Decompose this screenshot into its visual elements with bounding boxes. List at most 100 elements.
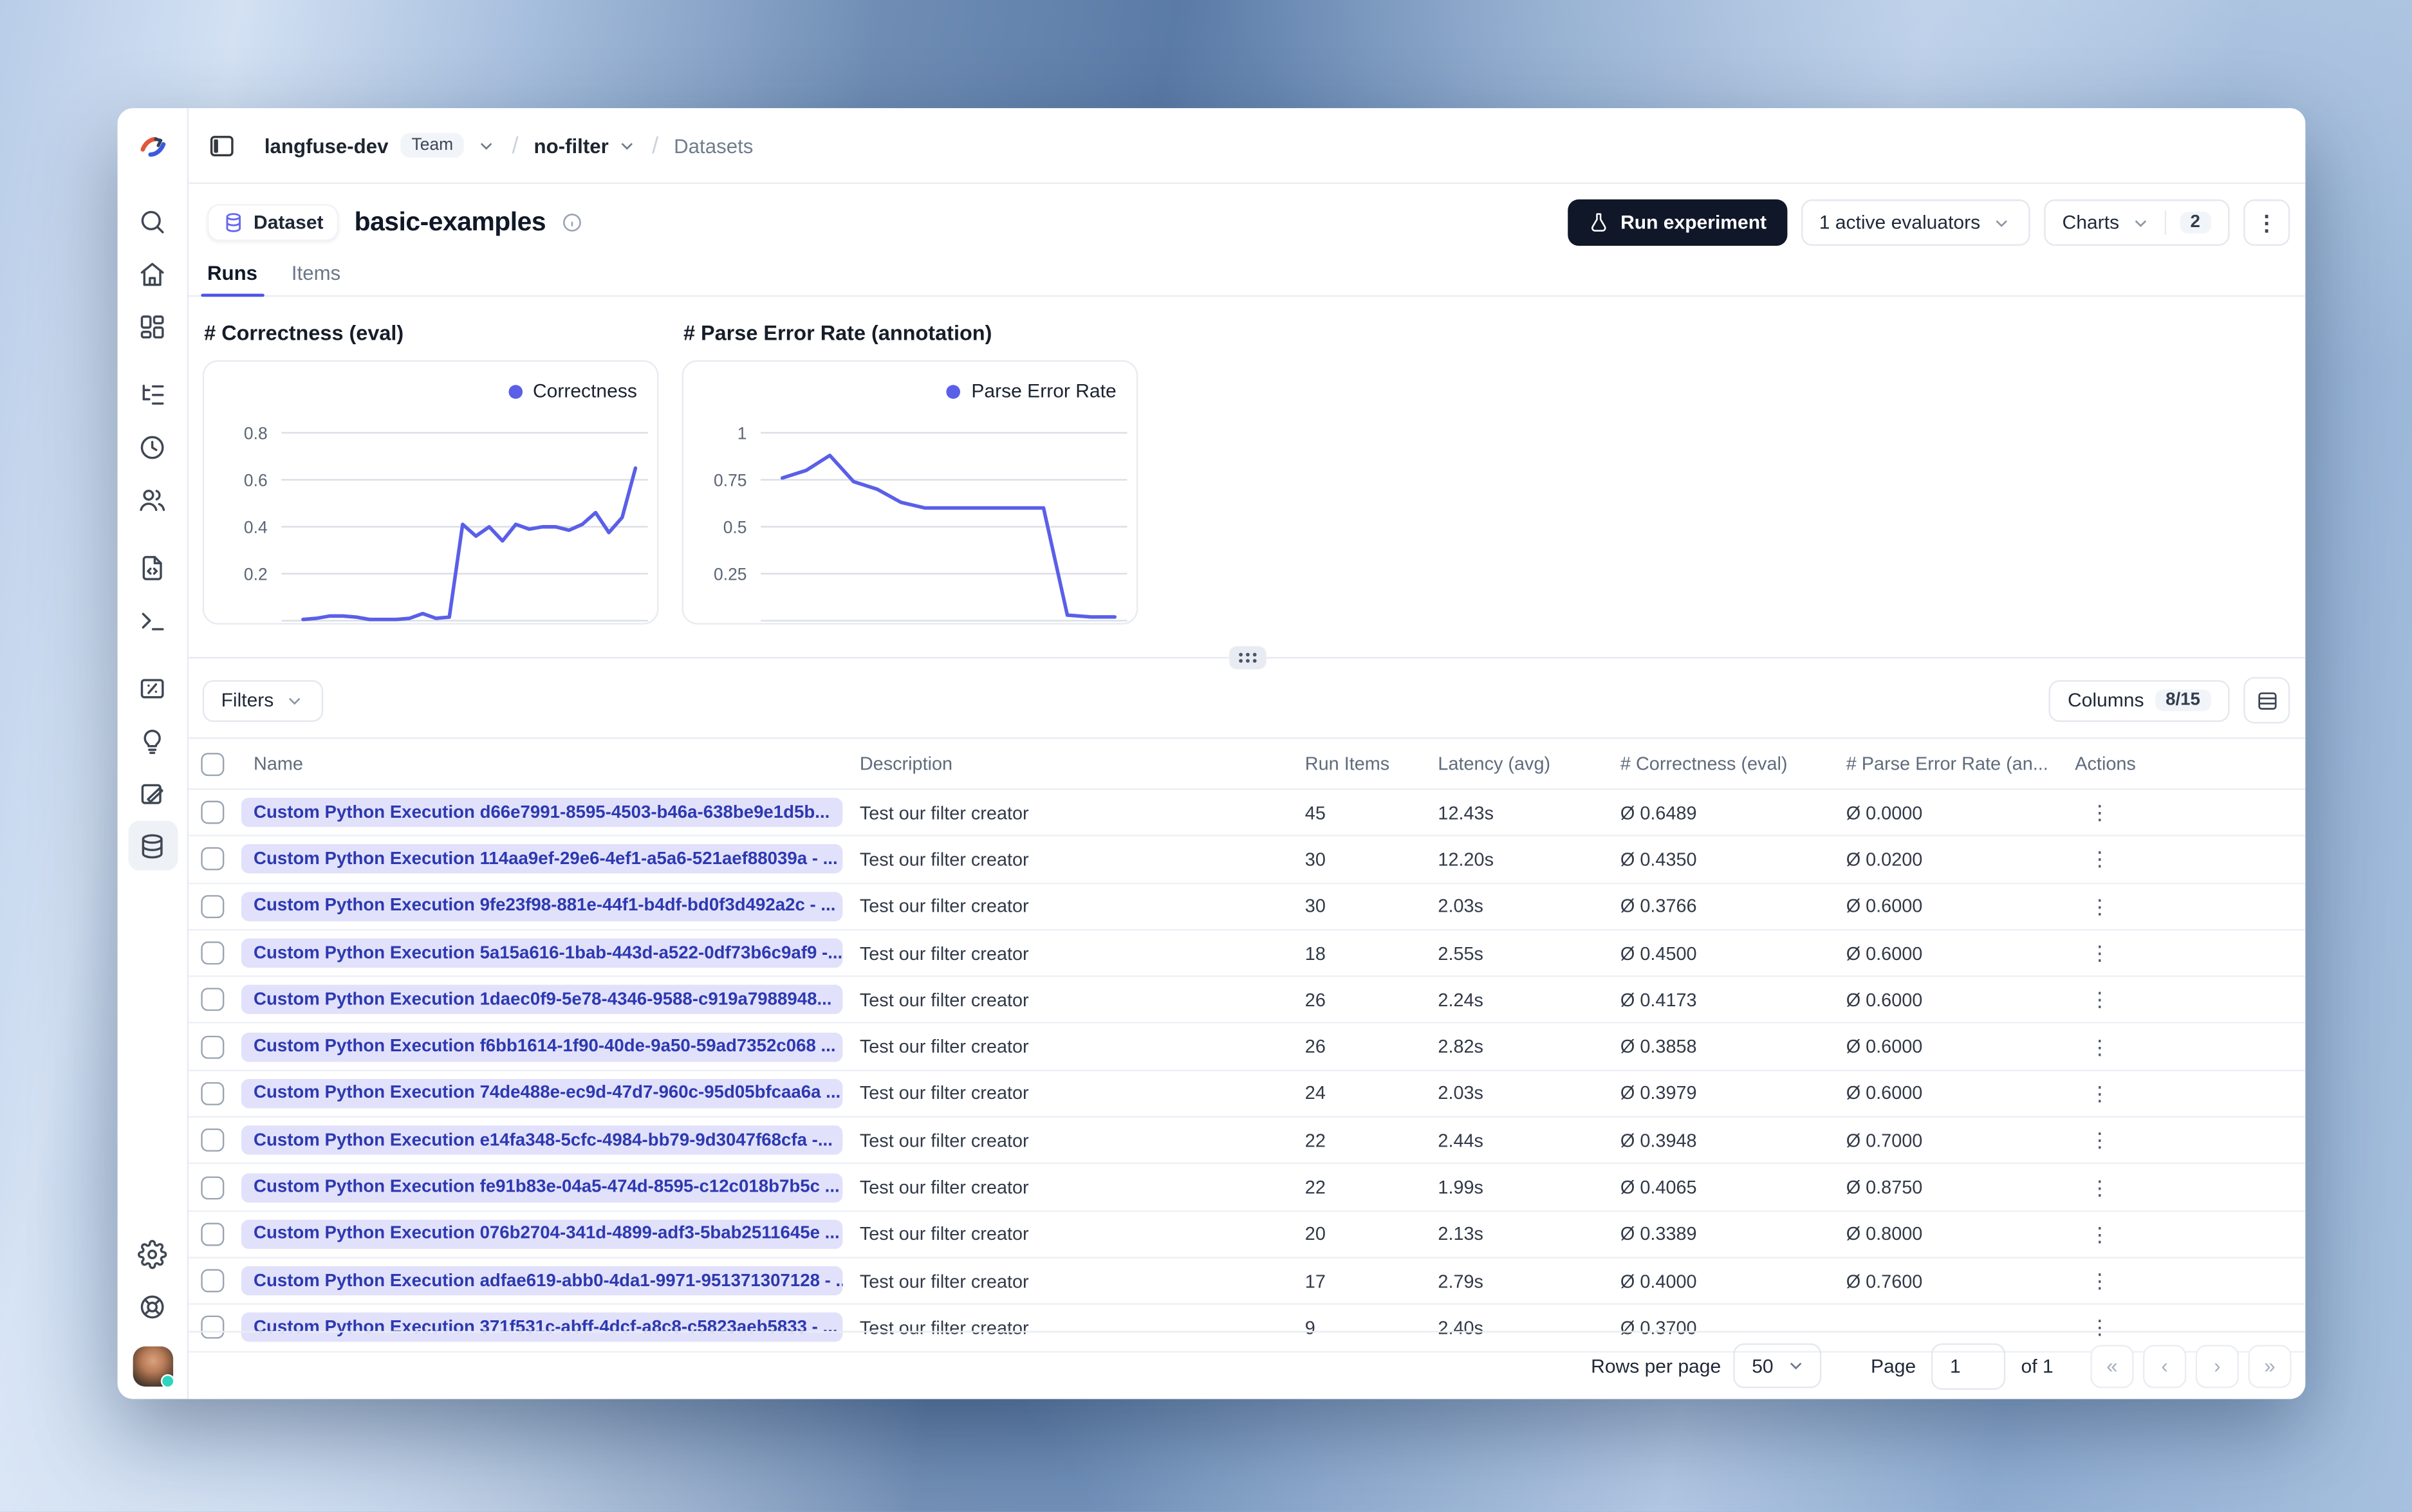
run-name-link[interactable]: Custom Python Execution 1daec0f9-5e78-43… bbox=[241, 985, 843, 1015]
row-checkbox[interactable] bbox=[201, 847, 225, 871]
run-latency: 2.13s bbox=[1438, 1223, 1483, 1245]
sidebar-item-evaluators[interactable] bbox=[127, 663, 177, 713]
run-correctness-avg: Ø 0.3948 bbox=[1620, 1129, 1697, 1152]
breadcrumb-org[interactable]: langfuse-dev bbox=[264, 134, 389, 157]
rows-per-page-label: Rows per page bbox=[1591, 1354, 1721, 1377]
run-name-link[interactable]: Custom Python Execution e14fa348-5cfc-49… bbox=[241, 1125, 843, 1156]
chevron-down-icon bbox=[289, 697, 301, 705]
row-actions-kebab[interactable]: ⋮ bbox=[2088, 990, 2112, 1010]
run-name-link[interactable]: Custom Python Execution adfae619-abb0-4d… bbox=[241, 1266, 843, 1296]
select-all-checkbox[interactable] bbox=[201, 751, 225, 775]
run-name-link[interactable]: Custom Python Execution 076b2704-341d-48… bbox=[241, 1219, 843, 1249]
row-checkbox[interactable] bbox=[201, 1175, 225, 1199]
chart-legend: Correctness bbox=[508, 380, 637, 402]
breadcrumb-project[interactable]: no-filter bbox=[534, 134, 637, 157]
charts-dropdown[interactable]: Charts 2 bbox=[2043, 199, 2230, 246]
rows-per-page-select[interactable]: 50 bbox=[1733, 1343, 1822, 1388]
row-checkbox[interactable] bbox=[201, 1129, 225, 1152]
page-title: basic-examples bbox=[354, 207, 546, 237]
run-description: Test our filter creator bbox=[859, 1176, 1029, 1199]
sidebar-item-support-lifebuoy[interactable] bbox=[127, 1282, 177, 1331]
run-experiment-button[interactable]: Run experiment bbox=[1568, 199, 1787, 246]
row-actions-kebab[interactable]: ⋮ bbox=[2088, 1177, 2112, 1197]
row-checkbox[interactable] bbox=[201, 988, 225, 1012]
run-description: Test our filter creator bbox=[859, 1036, 1029, 1058]
run-description: Test our filter creator bbox=[859, 1082, 1029, 1105]
row-actions-kebab[interactable]: ⋮ bbox=[2088, 1083, 2112, 1103]
row-actions-kebab[interactable]: ⋮ bbox=[2088, 1224, 2112, 1244]
run-items-count: 17 bbox=[1304, 1269, 1326, 1292]
row-checkbox[interactable] bbox=[201, 1035, 225, 1058]
breadcrumb-separator: / bbox=[512, 132, 519, 159]
sidebar-item-home[interactable] bbox=[127, 249, 177, 299]
sidebar-item-users[interactable] bbox=[127, 475, 177, 524]
tab-runs[interactable]: Runs bbox=[201, 261, 263, 297]
row-actions-kebab[interactable]: ⋮ bbox=[2088, 1130, 2112, 1150]
run-name-link[interactable]: Custom Python Execution 5a15a616-1bab-44… bbox=[241, 938, 843, 968]
run-correctness-avg: Ø 0.3858 bbox=[1620, 1036, 1697, 1058]
sidebar-item-ideas-lightbulb[interactable] bbox=[127, 715, 177, 765]
row-height-button[interactable] bbox=[2243, 677, 2290, 724]
sidebar-item-prompts-file-code[interactable] bbox=[127, 542, 177, 592]
first-page-button[interactable]: « bbox=[2090, 1344, 2134, 1388]
user-avatar[interactable] bbox=[132, 1346, 174, 1388]
active-evaluators-dropdown[interactable]: 1 active evaluators bbox=[1800, 199, 2030, 246]
run-name-link[interactable]: Custom Python Execution d66e7991-8595-45… bbox=[241, 798, 843, 827]
row-checkbox[interactable] bbox=[201, 1269, 225, 1293]
row-checkbox[interactable] bbox=[201, 941, 225, 965]
page-number-input[interactable]: 1 bbox=[1931, 1342, 2006, 1389]
col-header-correctness: # Correctness (eval) bbox=[1620, 753, 1788, 775]
run-name-link[interactable]: Custom Python Execution 114aa9ef-29e6-4e… bbox=[241, 844, 843, 874]
info-icon[interactable] bbox=[561, 212, 583, 234]
run-parse-error-rate-avg: Ø 0.7600 bbox=[1846, 1269, 1923, 1292]
langfuse-logo-icon bbox=[140, 136, 165, 156]
row-actions-kebab[interactable]: ⋮ bbox=[2088, 1037, 2112, 1056]
sidebar-item-settings-gear[interactable] bbox=[127, 1229, 177, 1278]
run-description: Test our filter creator bbox=[859, 989, 1029, 1011]
run-name-link[interactable]: Custom Python Execution f6bb1614-1f90-40… bbox=[241, 1032, 843, 1062]
previous-page-button[interactable]: ‹ bbox=[2143, 1344, 2187, 1388]
row-actions-kebab[interactable]: ⋮ bbox=[2088, 849, 2112, 869]
row-actions-kebab[interactable]: ⋮ bbox=[2088, 896, 2112, 916]
sidebar-item-tracing[interactable] bbox=[127, 369, 177, 419]
last-page-button[interactable]: » bbox=[2248, 1344, 2292, 1388]
sidebar-bottom bbox=[118, 1228, 187, 1399]
sidebar-item-annotation[interactable] bbox=[127, 768, 177, 818]
run-description: Test our filter creator bbox=[859, 1269, 1029, 1292]
row-checkbox[interactable] bbox=[201, 1222, 225, 1246]
run-items-count: 18 bbox=[1304, 942, 1326, 964]
columns-button[interactable]: Columns 8/15 bbox=[2049, 679, 2230, 721]
run-parse-error-rate-avg: Ø 0.8750 bbox=[1846, 1176, 1923, 1199]
run-name-link[interactable]: Custom Python Execution fe91b83e-04a5-47… bbox=[241, 1172, 843, 1203]
next-page-button[interactable]: › bbox=[2195, 1344, 2239, 1388]
langfuse-logo[interactable] bbox=[118, 108, 187, 184]
charts-count-badge: 2 bbox=[2179, 212, 2211, 234]
row-checkbox[interactable] bbox=[201, 800, 225, 824]
resize-drag-handle[interactable] bbox=[1228, 646, 1266, 670]
row-actions-kebab[interactable]: ⋮ bbox=[2088, 1271, 2112, 1291]
row-checkbox[interactable] bbox=[201, 1082, 225, 1105]
playground-terminal-icon bbox=[142, 612, 164, 630]
run-items-count: 22 bbox=[1304, 1129, 1326, 1152]
run-name-link[interactable]: Custom Python Execution 9fe23f98-881e-44… bbox=[241, 891, 843, 921]
sidebar-item-datasets-database[interactable] bbox=[127, 820, 178, 871]
filters-button[interactable]: Filters bbox=[202, 679, 324, 721]
run-latency: 12.20s bbox=[1438, 848, 1494, 871]
org-chevron-down-icon[interactable] bbox=[476, 135, 496, 155]
sidebar-toggle-icon[interactable] bbox=[207, 131, 237, 160]
more-actions-kebab-button[interactable]: ⋮ bbox=[2243, 199, 2290, 246]
row-actions-kebab[interactable]: ⋮ bbox=[2088, 943, 2112, 963]
sidebar-item-dashboard[interactable] bbox=[127, 302, 177, 351]
breadcrumb-datasets[interactable]: Datasets bbox=[674, 134, 753, 157]
divider bbox=[2164, 210, 2166, 235]
sidebar-item-sessions-clock[interactable] bbox=[127, 422, 177, 472]
row-checkbox[interactable] bbox=[201, 894, 225, 918]
table-row: Custom Python Execution 5a15a616-1bab-44… bbox=[189, 930, 2306, 977]
sidebar-item-playground-terminal[interactable] bbox=[127, 595, 177, 645]
row-actions-kebab[interactable]: ⋮ bbox=[2088, 802, 2112, 822]
table-row: Custom Python Execution e14fa348-5cfc-49… bbox=[189, 1118, 2306, 1165]
sidebar-item-search[interactable] bbox=[127, 196, 177, 246]
tab-items[interactable]: Items bbox=[292, 261, 340, 295]
chart-title: # Parse Error Rate (annotation) bbox=[683, 321, 992, 345]
run-name-link[interactable]: Custom Python Execution 74de488e-ec9d-47… bbox=[241, 1078, 843, 1109]
